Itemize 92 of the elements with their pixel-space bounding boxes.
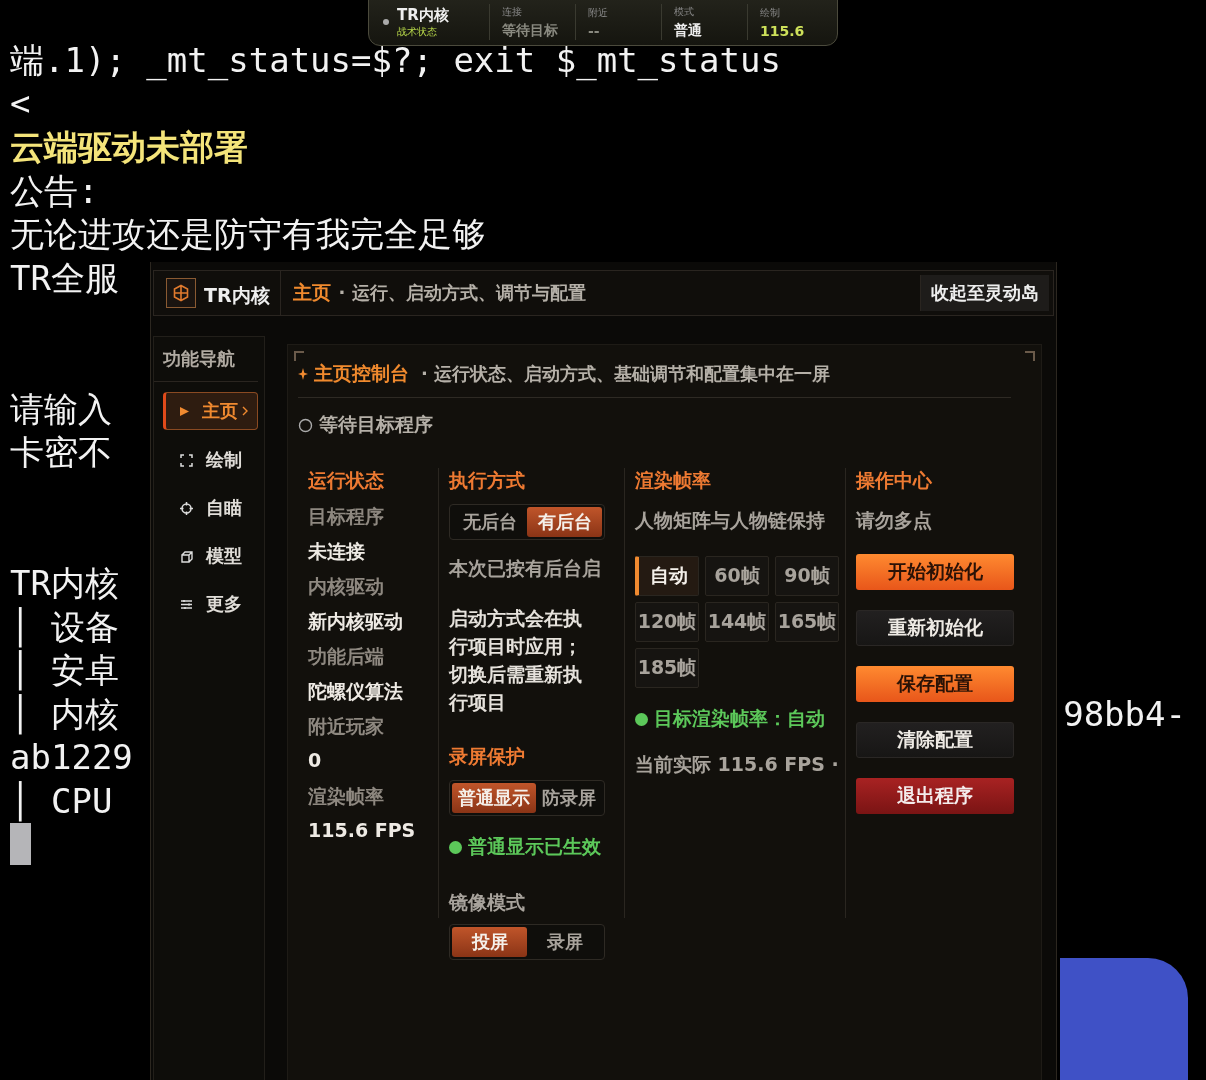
fps-option[interactable]: 165帧: [775, 602, 839, 642]
sparkle-icon: [298, 368, 308, 380]
fps-option[interactable]: 自动: [635, 556, 699, 596]
nav-item[interactable]: 模型: [163, 538, 258, 574]
info-text: 启动方式会在执行项目时应用；切换后需重新执行项目: [449, 606, 583, 715]
page-subtitle: · 运行、启动方式、调节与配置: [338, 281, 586, 305]
note-text: 人物矩阵与人物链保持: [635, 508, 825, 533]
nav-item[interactable]: 自瞄: [163, 490, 258, 526]
island-title: TR内核: [397, 5, 449, 25]
action-button[interactable]: 退出程序: [856, 778, 1014, 814]
logo-icon: [166, 278, 196, 308]
status-island[interactable]: TR内核 战术状态 连接 等待目标 附近 -- 模式 普通 绘制 115.6: [368, 0, 838, 46]
terminal-cursor: [10, 823, 31, 866]
terminal-line: │ 内核: [10, 693, 119, 734]
section-heading: 操作中心: [856, 468, 932, 493]
nav-item[interactable]: 主页: [163, 392, 258, 430]
island-subtitle: 战术状态: [397, 24, 438, 39]
status-dot: [635, 712, 648, 726]
field-value: 0: [308, 749, 322, 773]
segment-option[interactable]: 普通显示: [452, 783, 536, 813]
page-title: 主页: [292, 280, 331, 305]
segment-option[interactable]: 投屏: [452, 927, 527, 957]
segment-option[interactable]: 防录屏: [536, 783, 602, 813]
status-text: 目标渲染帧率：自动: [654, 706, 825, 731]
section-heading: 执行方式: [449, 468, 525, 493]
terminal-line: 无论进攻还是防守有我完全足够: [10, 214, 486, 255]
nav-item[interactable]: 绘制: [163, 442, 258, 478]
stat-label: 绘制: [760, 5, 781, 20]
circle-icon: [298, 417, 313, 433]
field-value: 115.6 FPS: [308, 819, 416, 843]
field-label: 附近玩家: [308, 714, 384, 739]
note-text: 请勿多点: [856, 508, 932, 533]
segment-option[interactable]: 有后台: [527, 507, 602, 537]
field-value: 新内核驱动: [308, 609, 403, 634]
fps-option[interactable]: 120帧: [635, 602, 699, 642]
crosshair-icon: [179, 500, 194, 516]
status-dot: [449, 840, 462, 854]
corner-mark: [1025, 351, 1035, 361]
chevron-icon: [242, 406, 248, 416]
fps-option[interactable]: 60帧: [705, 556, 769, 596]
note-text: 当前实际 115.6 FPS ·: [635, 752, 839, 777]
console-title: 主页控制台: [314, 361, 409, 386]
terminal-line: TR全服: [10, 257, 119, 298]
field-label: 目标程序: [308, 504, 384, 529]
section-heading: 渲染帧率: [635, 468, 711, 493]
terminal-line: 请输入: [10, 388, 112, 429]
section-heading: 录屏保护: [449, 744, 525, 769]
stat-value: 等待目标: [502, 21, 559, 40]
field-label: 渲染帧率: [308, 784, 384, 809]
segment-option[interactable]: 录屏: [527, 927, 602, 957]
terminal-line: 公告:: [10, 170, 99, 211]
corner-mark: [294, 351, 304, 361]
status-text: 等待目标程序: [319, 412, 433, 437]
stat-label: 模式: [674, 4, 695, 19]
stat-value: 115.6: [760, 22, 806, 39]
section-label: 镜像模式: [449, 890, 525, 915]
terminal-line: 卡密不: [10, 432, 112, 473]
action-button[interactable]: 重新初始化: [856, 610, 1014, 646]
stat-label: 附近: [588, 5, 609, 20]
floating-tab[interactable]: [1060, 958, 1188, 1080]
field-label: 功能后端: [308, 644, 384, 669]
collapse-button[interactable]: 收起至灵动岛: [920, 275, 1049, 311]
fps-option[interactable]: 144帧: [705, 602, 769, 642]
console-subtitle: · 运行状态、启动方式、基础调节和配置集中在一屏: [421, 362, 831, 386]
terminal-line: │ 设备: [10, 606, 119, 647]
terminal-line: TR内核: [10, 562, 119, 603]
terminal-line: ab1229: [10, 737, 133, 778]
segment-option[interactable]: 无后台: [452, 507, 527, 537]
field-value: 陀螺仪算法: [308, 679, 403, 704]
terminal-line: <: [10, 83, 31, 124]
nav-item[interactable]: 更多: [163, 586, 258, 622]
stat-label: 连接: [502, 4, 523, 19]
status-dot: [383, 19, 389, 25]
action-button[interactable]: 开始初始化: [856, 554, 1014, 590]
field-label: 内核驱动: [308, 574, 384, 599]
terminal-line: 98bb4-: [1063, 693, 1186, 734]
field-value: 未连接: [308, 539, 365, 564]
cube-icon: [179, 548, 194, 564]
terminal-line: 云端驱动未部署: [10, 127, 248, 167]
fps-option[interactable]: 185帧: [635, 648, 699, 688]
section-heading: 运行状态: [308, 468, 384, 493]
note-text: 本次已按有后台启: [449, 556, 601, 581]
sidebar-title: 功能导航: [154, 347, 258, 382]
app-title: TR内核: [204, 271, 281, 315]
status-text: 普通显示已生效: [468, 834, 601, 859]
action-button[interactable]: 保存配置: [856, 666, 1014, 702]
action-button[interactable]: 清除配置: [856, 722, 1014, 758]
frame-icon: [179, 452, 194, 468]
stat-value: --: [588, 22, 601, 39]
fps-option[interactable]: 90帧: [775, 556, 839, 596]
stat-value: 普通: [674, 21, 703, 40]
terminal-line: │ CPU: [10, 780, 113, 821]
